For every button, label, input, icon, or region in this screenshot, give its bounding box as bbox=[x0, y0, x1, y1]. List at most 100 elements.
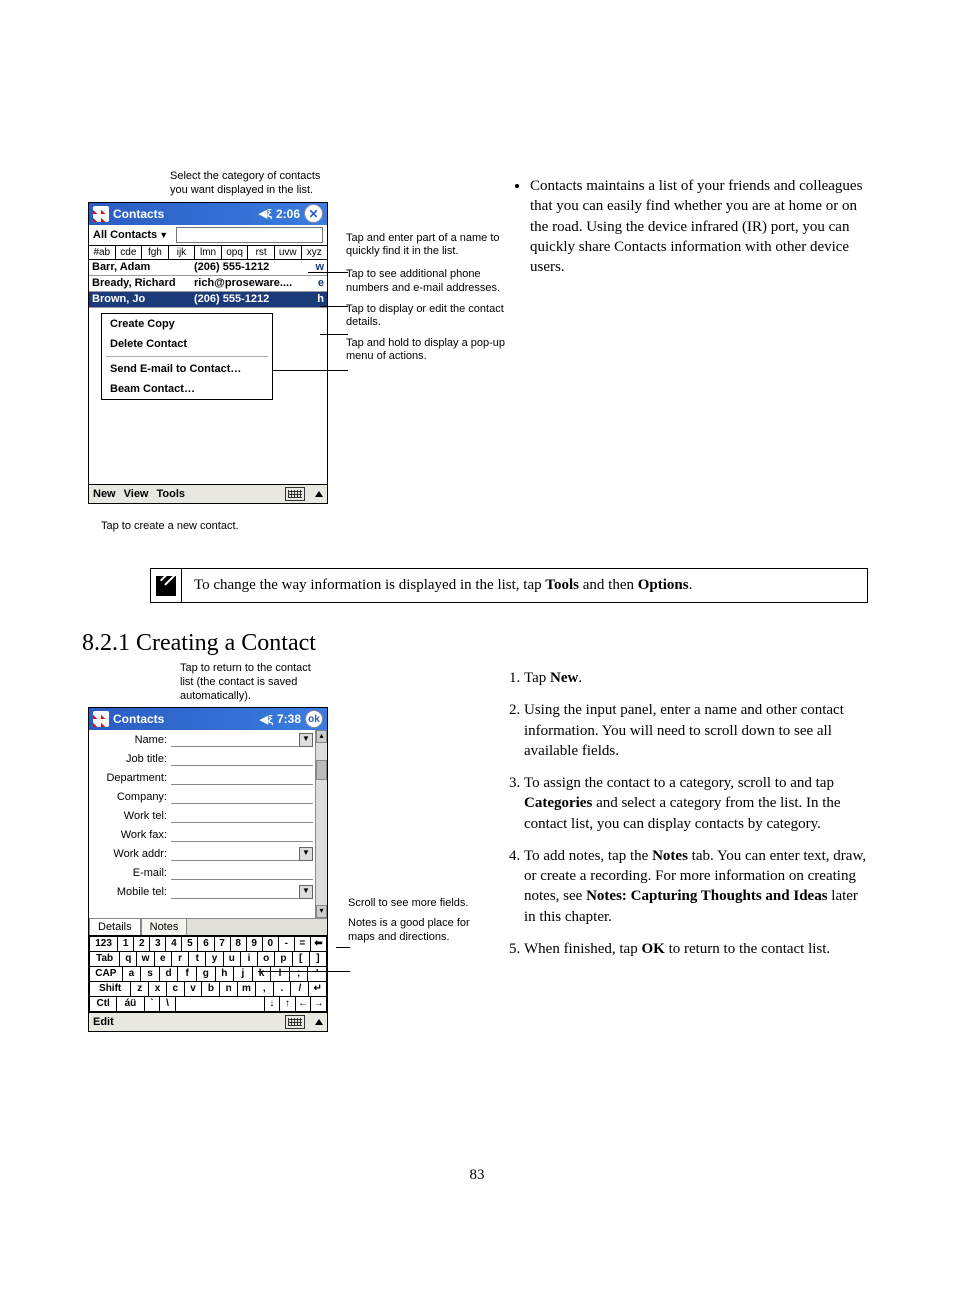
osk-key[interactable]: v bbox=[184, 981, 202, 996]
search-input[interactable] bbox=[176, 227, 323, 243]
osk-key[interactable]: , bbox=[255, 981, 273, 996]
osk-key[interactable]: u bbox=[223, 951, 240, 966]
scroll-up-icon[interactable]: ▴ bbox=[316, 730, 327, 743]
menu-tools[interactable]: Tools bbox=[157, 488, 186, 500]
alpha-tab[interactable]: xyz bbox=[302, 246, 328, 259]
up-arrow-icon[interactable] bbox=[315, 1019, 323, 1025]
osk-key[interactable]: j bbox=[233, 966, 252, 981]
alpha-tab[interactable]: #ab bbox=[89, 246, 116, 259]
contact-row[interactable]: Barr, Adam (206) 555-1212 w bbox=[89, 260, 327, 276]
ctx-create-copy[interactable]: Create Copy bbox=[102, 314, 272, 334]
alpha-tab[interactable]: cde bbox=[116, 246, 143, 259]
osk-key[interactable]: Shift bbox=[89, 981, 130, 996]
osk-key[interactable]: / bbox=[290, 981, 308, 996]
osk-key[interactable]: l bbox=[270, 966, 289, 981]
osk-key[interactable]: p bbox=[274, 951, 291, 966]
alpha-tab[interactable]: ijk bbox=[169, 246, 196, 259]
osk-key[interactable]: c bbox=[166, 981, 184, 996]
osk-key[interactable]: . bbox=[273, 981, 291, 996]
osk-key[interactable]: a bbox=[122, 966, 141, 981]
osk-key[interactable]: Ctl bbox=[89, 996, 116, 1012]
chevron-down-icon[interactable]: ▼ bbox=[299, 733, 313, 747]
workfax-field[interactable] bbox=[171, 827, 313, 842]
chevron-down-icon[interactable]: ▼ bbox=[299, 885, 313, 899]
osk-key[interactable]: r bbox=[171, 951, 188, 966]
osk-key[interactable]: ` bbox=[144, 996, 160, 1012]
alpha-tab[interactable]: lmn bbox=[195, 246, 222, 259]
alpha-tab[interactable]: rst bbox=[248, 246, 275, 259]
osk-key[interactable]: ; bbox=[289, 966, 308, 981]
speaker-icon[interactable]: ◀ξ bbox=[260, 713, 273, 726]
osk-key[interactable]: ↑ bbox=[279, 996, 295, 1012]
close-icon[interactable]: ✕ bbox=[304, 204, 323, 223]
jobtitle-field[interactable] bbox=[171, 751, 313, 766]
osk-key[interactable]: áü bbox=[116, 996, 143, 1012]
osk-key[interactable]: d bbox=[159, 966, 178, 981]
keyboard-icon[interactable] bbox=[285, 487, 305, 501]
ctx-beam[interactable]: Beam Contact… bbox=[102, 379, 272, 399]
speaker-icon[interactable]: ◀ξ bbox=[259, 207, 272, 220]
name-field[interactable] bbox=[171, 732, 299, 747]
contact-tag[interactable]: h bbox=[312, 293, 324, 305]
osk-key[interactable]: ↵ bbox=[308, 981, 327, 996]
osk-key[interactable]: 9 bbox=[246, 936, 262, 951]
osk-key[interactable]: m bbox=[237, 981, 255, 996]
osk-key[interactable]: x bbox=[148, 981, 166, 996]
osk-key[interactable]: k bbox=[252, 966, 271, 981]
menu-new[interactable]: New bbox=[93, 488, 116, 500]
email-field[interactable] bbox=[171, 865, 313, 880]
osk-key[interactable]: 7 bbox=[214, 936, 230, 951]
scrollbar[interactable]: ▴ ▾ bbox=[315, 730, 327, 918]
department-field[interactable] bbox=[171, 770, 313, 785]
alpha-tab[interactable]: uvw bbox=[275, 246, 302, 259]
osk-key[interactable]: 2 bbox=[133, 936, 149, 951]
osk-key[interactable]: - bbox=[278, 936, 294, 951]
osk-key[interactable]: s bbox=[140, 966, 159, 981]
osk-key[interactable]: 4 bbox=[165, 936, 181, 951]
tab-details[interactable]: Details bbox=[89, 918, 141, 935]
menu-view[interactable]: View bbox=[124, 488, 149, 500]
osk-key[interactable]: y bbox=[205, 951, 222, 966]
scroll-down-icon[interactable]: ▾ bbox=[316, 905, 327, 918]
alpha-tab[interactable]: opq bbox=[222, 246, 249, 259]
osk-key[interactable]: 1 bbox=[117, 936, 133, 951]
menu-edit[interactable]: Edit bbox=[93, 1016, 114, 1028]
osk-key[interactable]: e bbox=[154, 951, 171, 966]
osk-key[interactable]: o bbox=[257, 951, 274, 966]
company-field[interactable] bbox=[171, 789, 313, 804]
osk-key[interactable]: 0 bbox=[262, 936, 278, 951]
chevron-down-icon[interactable]: ▼ bbox=[299, 847, 313, 861]
filter-dropdown[interactable]: All Contacts bbox=[93, 229, 157, 241]
osk-key[interactable]: b bbox=[201, 981, 219, 996]
osk-key[interactable]: i bbox=[240, 951, 257, 966]
osk-key[interactable]: h bbox=[215, 966, 234, 981]
osk-key[interactable]: ] bbox=[309, 951, 327, 966]
osk-key[interactable]: ' bbox=[307, 966, 327, 981]
workaddr-field[interactable] bbox=[171, 846, 299, 861]
osk-key[interactable]: ↓ bbox=[264, 996, 280, 1012]
osk-key[interactable]: f bbox=[177, 966, 196, 981]
osk-key[interactable]: z bbox=[130, 981, 148, 996]
contact-row[interactable]: Bready, Richard rich@proseware.... e bbox=[89, 276, 327, 292]
up-arrow-icon[interactable] bbox=[315, 491, 323, 497]
osk-key[interactable]: 3 bbox=[149, 936, 165, 951]
osk-key[interactable]: [ bbox=[292, 951, 309, 966]
osk-key[interactable]: ⬅ bbox=[310, 936, 327, 951]
windows-flag-icon[interactable] bbox=[93, 711, 109, 727]
keyboard-icon[interactable] bbox=[285, 1015, 305, 1029]
osk-key[interactable]: 5 bbox=[181, 936, 197, 951]
osk-key[interactable]: w bbox=[136, 951, 153, 966]
ctx-send-email[interactable]: Send E-mail to Contact… bbox=[102, 359, 272, 379]
scroll-thumb[interactable] bbox=[316, 760, 327, 780]
osk-key[interactable]: ← bbox=[295, 996, 311, 1012]
ctx-delete[interactable]: Delete Contact bbox=[102, 334, 272, 354]
contact-tag[interactable]: e bbox=[312, 277, 324, 289]
mobiletel-field[interactable] bbox=[171, 884, 299, 899]
contact-row-selected[interactable]: Brown, Jo (206) 555-1212 h bbox=[89, 292, 327, 308]
osk-key[interactable]: n bbox=[219, 981, 237, 996]
osk-key[interactable]: = bbox=[294, 936, 310, 951]
osk-key[interactable]: CAP bbox=[89, 966, 122, 981]
osk-key[interactable]: g bbox=[196, 966, 215, 981]
osk-key[interactable]: \ bbox=[159, 996, 175, 1012]
osk-key[interactable]: → bbox=[310, 996, 327, 1012]
